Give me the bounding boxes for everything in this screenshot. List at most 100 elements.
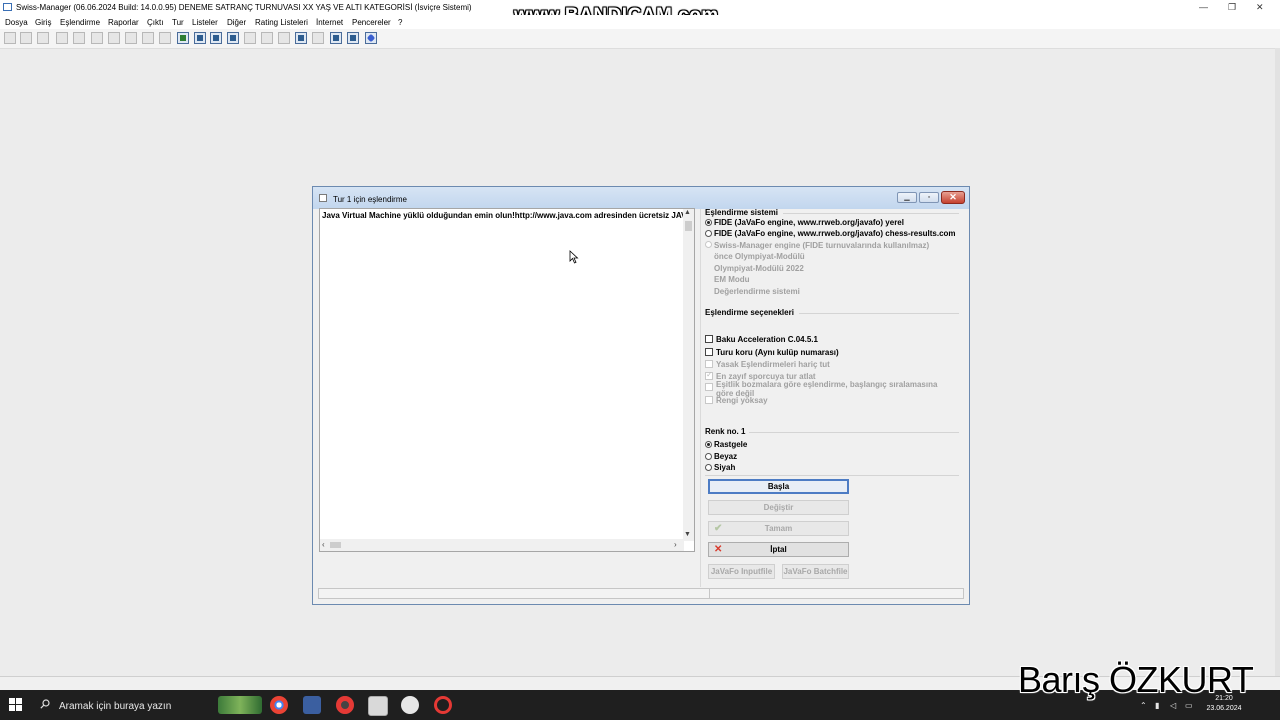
- log-horizontal-scrollbar[interactable]: ‹ ›: [320, 539, 684, 551]
- scroll-down-icon[interactable]: ▼: [684, 531, 691, 538]
- print-icon[interactable]: [194, 32, 206, 44]
- tray-volume-icon[interactable]: ◁: [1170, 701, 1176, 710]
- menu-dosya[interactable]: Dosya: [5, 18, 28, 27]
- diamond-icon[interactable]: [365, 32, 377, 44]
- document-edit-icon[interactable]: [295, 32, 307, 44]
- bandicam-record-icon[interactable]: [336, 696, 354, 714]
- windows-start-icon[interactable]: [9, 698, 23, 712]
- pairing-option-label: önce Olympiyat-Modülü: [714, 252, 805, 261]
- tray-network-icon[interactable]: ▮: [1155, 701, 1159, 710]
- mouse-cursor-icon: [569, 250, 579, 264]
- toolbar-tool-icon[interactable]: [159, 32, 171, 44]
- menu-listeler[interactable]: Listeler: [192, 18, 218, 27]
- dialog-titlebar[interactable]: Tur 1 için eşlendirme ▁ ▫ ✕: [313, 187, 969, 209]
- toolbar-tool-icon[interactable]: [125, 32, 137, 44]
- menu-pencereler[interactable]: Pencereler: [352, 18, 391, 27]
- menu-giris[interactable]: Giriş: [35, 18, 51, 27]
- spreadsheet-icon[interactable]: [177, 32, 189, 44]
- toolbar-tool-icon[interactable]: [56, 32, 68, 44]
- pairing-option-label: EM Modu: [714, 275, 750, 284]
- refresh-icon[interactable]: [347, 32, 359, 44]
- chrome-icon[interactable]: [270, 696, 288, 714]
- group-divider: [749, 432, 959, 433]
- color-radio-random[interactable]: [705, 441, 712, 448]
- color-radio-black[interactable]: [705, 464, 712, 471]
- toolbar-tool-icon[interactable]: [244, 32, 256, 44]
- checkmark-icon: ✔: [714, 523, 723, 534]
- new-file-icon[interactable]: [4, 32, 16, 44]
- start-button[interactable]: Başla: [708, 479, 849, 494]
- open-file-icon[interactable]: [20, 32, 32, 44]
- exclude-forbidden-checkbox: [705, 360, 713, 368]
- menu-tur[interactable]: Tur: [172, 18, 184, 27]
- widgets-icon[interactable]: [218, 696, 262, 714]
- javafo-inputfile-button: JaVaFo Inputfile: [708, 564, 775, 579]
- log-vertical-scrollbar[interactable]: ▲ ▼: [683, 209, 694, 541]
- scroll-up-icon[interactable]: ▲: [684, 209, 691, 216]
- scroll-left-icon[interactable]: ‹: [322, 540, 325, 549]
- opera-icon[interactable]: [434, 696, 452, 714]
- menu-rating-listeleri[interactable]: Rating Listeleri: [255, 18, 308, 27]
- save-icon[interactable]: [37, 32, 49, 44]
- options-icon[interactable]: [330, 32, 342, 44]
- dialog-minimize-icon[interactable]: ▁: [897, 192, 917, 203]
- pairing-log-textarea[interactable]: Java Virtual Machine yüklü olduğundan em…: [319, 208, 695, 552]
- color-radio-white[interactable]: [705, 453, 712, 460]
- log-message: Java Virtual Machine yüklü olduğundan em…: [322, 211, 692, 220]
- document-icon[interactable]: [227, 32, 239, 44]
- menu-eslendirme[interactable]: Eşlendirme: [60, 18, 100, 27]
- disk-save-icon[interactable]: [210, 32, 222, 44]
- toolbar-tool-icon[interactable]: [312, 32, 324, 44]
- app-task-icon[interactable]: [401, 696, 419, 714]
- main-vertical-scrollbar[interactable]: [1275, 48, 1280, 676]
- scroll-right-icon[interactable]: ›: [674, 540, 677, 549]
- bye-weakest-checkbox: [705, 370, 713, 380]
- javafo-batchfile-button: JaVaFo Batchfile: [782, 564, 849, 579]
- change-button: Değiştir: [708, 500, 849, 515]
- app-icon: [3, 3, 12, 11]
- tray-battery-icon[interactable]: ▭: [1185, 701, 1193, 710]
- dialog-status-bar: [318, 588, 964, 599]
- baku-acceleration-checkbox[interactable]: [705, 335, 713, 343]
- tray-chevron-icon[interactable]: ⌃: [1140, 701, 1147, 710]
- swiss-manager-task-icon[interactable]: [368, 696, 388, 716]
- calendar-app-icon[interactable]: [303, 696, 321, 714]
- pairing-option-label: FIDE (JaVaFo engine, www.rrweb.org/javaf…: [714, 229, 956, 238]
- pairing-option-label: Turu koru (Aynı kulüp numarası): [716, 348, 839, 357]
- ok-button: ✔ Tamam: [708, 521, 849, 536]
- toolbar-tool-icon[interactable]: [278, 32, 290, 44]
- search-icon[interactable]: [40, 699, 50, 709]
- menu-cikti[interactable]: Çıktı: [147, 18, 163, 27]
- cancel-button[interactable]: ✕ İptal: [708, 542, 849, 557]
- color-option-label: Rastgele: [714, 440, 748, 449]
- dialog-title: Tur 1 için eşlendirme: [333, 195, 407, 204]
- toolbar-tool-icon[interactable]: [142, 32, 154, 44]
- keep-round-checkbox[interactable]: [705, 348, 713, 356]
- cancel-button-label: İptal: [770, 545, 787, 554]
- toolbar-tool-icon[interactable]: [73, 32, 85, 44]
- pairing-dialog: Tur 1 için eşlendirme ▁ ▫ ✕ Java Virtual…: [312, 186, 970, 605]
- maximize-icon[interactable]: ❐: [1228, 2, 1236, 13]
- menu-raporlar[interactable]: Raporlar: [108, 18, 139, 27]
- toolbar-tool-icon[interactable]: [261, 32, 273, 44]
- status-separator: [709, 589, 710, 598]
- menu-internet[interactable]: İnternet: [316, 18, 343, 27]
- close-icon[interactable]: ✕: [1256, 2, 1264, 13]
- toolbar-tool-icon[interactable]: [91, 32, 103, 44]
- scroll-thumb[interactable]: [685, 221, 692, 231]
- video-overlay-name: Barış ÖZKURT: [1018, 659, 1254, 700]
- minimize-icon[interactable]: —: [1199, 2, 1208, 12]
- taskbar-search-input[interactable]: Aramak için buraya yazın: [59, 701, 171, 712]
- toolbar-tool-icon[interactable]: [108, 32, 120, 44]
- dialog-close-icon[interactable]: ✕: [941, 191, 965, 204]
- menu-bar: Dosya Giriş Eşlendirme Raporlar Çıktı Tu…: [0, 15, 1280, 29]
- clock-date: 23.06.2024: [1206, 705, 1242, 712]
- color-option-label: Siyah: [714, 463, 736, 472]
- pairing-radio-fide-chess-results[interactable]: [705, 230, 712, 237]
- menu-help[interactable]: ?: [398, 18, 402, 27]
- dialog-maximize-icon[interactable]: ▫: [919, 192, 939, 203]
- pairing-option-label: Değerlendirme sistemi: [714, 287, 800, 296]
- menu-diger[interactable]: Diğer: [227, 18, 246, 27]
- scroll-thumb[interactable]: [330, 542, 341, 548]
- pairing-radio-fide-local[interactable]: [705, 219, 712, 226]
